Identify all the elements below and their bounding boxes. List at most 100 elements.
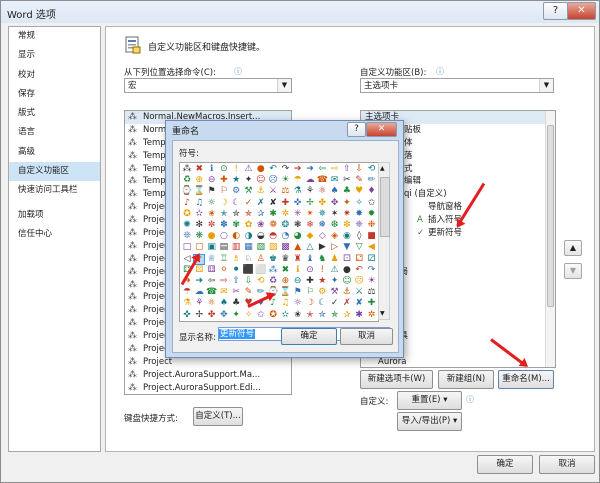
symbol-cell[interactable]: ! (316, 265, 328, 276)
symbol-cell[interactable]: ♖ (218, 254, 230, 265)
symbol-cell[interactable]: ☾ (316, 298, 328, 309)
command-list-item[interactable]: ⁂ Project.AuroraSupport.Edi... (125, 382, 291, 394)
symbol-cell[interactable]: ✸ (353, 209, 365, 220)
symbol-cell[interactable]: ⇩ (353, 164, 365, 175)
command-list-item[interactable]: ⁂ Project.AuroraSupport.Ma... (125, 369, 291, 382)
symbol-cell[interactable]: ✦ (329, 276, 341, 287)
new-group-button[interactable]: 新建组(N) (438, 370, 494, 389)
symbol-cell[interactable]: ⊖ (206, 175, 218, 186)
symbol-cell[interactable]: ✉ (218, 287, 230, 298)
symbol-cell[interactable]: ♠ (329, 186, 341, 197)
symbol-cell[interactable]: ➜ (193, 276, 205, 287)
symbol-cell[interactable]: ◊ (353, 231, 365, 242)
import-export-button[interactable]: 导入/导出(P) ▾ (397, 412, 462, 431)
symbol-cell[interactable]: ⚓ (341, 287, 353, 298)
symbol-cell[interactable]: ⚫ (230, 265, 242, 276)
symbol-cell[interactable]: ✻ (193, 220, 205, 231)
symbol-cell[interactable]: ◐ (230, 231, 242, 242)
symbol-cell[interactable]: ☼ (292, 298, 304, 309)
symbol-cell[interactable]: ☁ (193, 287, 205, 298)
symbol-cell[interactable]: ✾ (230, 220, 242, 231)
symbol-cell[interactable]: ⚒ (243, 186, 255, 197)
symbol-cell[interactable]: ♝ (304, 254, 316, 265)
symbol-cell[interactable]: ☺ (341, 276, 353, 287)
symbol-cell[interactable]: ♕ (206, 254, 218, 265)
symbol-cell[interactable]: ✘ (267, 198, 279, 209)
sidebar-item[interactable]: 自定义功能区 (9, 162, 100, 182)
symbol-cell[interactable]: ⚀ (341, 254, 353, 265)
sidebar-item[interactable]: 快速访问工具栏 (9, 181, 100, 200)
symbol-cell[interactable]: ✭ (304, 310, 316, 321)
symbol-cell[interactable]: ⊙ (304, 265, 316, 276)
symbol-cell[interactable]: ⁂ (181, 164, 193, 175)
symbol-cell[interactable]: ✼ (206, 220, 218, 231)
rename-button[interactable]: 重命名(M)... (498, 370, 554, 389)
symbol-cell[interactable]: ☂ (292, 175, 304, 186)
symbol-cell[interactable]: ⇦ (316, 164, 328, 175)
symbol-cell[interactable]: ♙ (255, 254, 267, 265)
symbol-cell[interactable]: ⚑ (206, 186, 218, 197)
symbol-cell[interactable]: ☁ (304, 175, 316, 186)
help-button[interactable]: ? (543, 2, 568, 20)
sidebar-item[interactable]: 加载项 (9, 206, 100, 225)
symbol-cell[interactable]: ↷ (279, 164, 291, 175)
symbol-cell[interactable]: ◔ (279, 231, 291, 242)
commands-source-combo[interactable]: 宏 ▼ (124, 78, 292, 93)
symbol-cell[interactable]: ⚖ (366, 287, 378, 298)
scroll-thumb[interactable] (547, 125, 554, 307)
symbol-cell[interactable]: ☾ (230, 198, 242, 209)
sidebar-item[interactable]: 显示 (9, 46, 100, 65)
symbol-cell[interactable]: ⚘ (193, 298, 205, 309)
symbol-cell[interactable]: ♛ (279, 254, 291, 265)
symbol-cell[interactable]: □ (181, 242, 193, 253)
symbol-cell[interactable]: ♞ (316, 254, 328, 265)
symbol-cell[interactable]: ● (255, 164, 267, 175)
symbol-cell[interactable]: ❄ (304, 220, 316, 231)
symbol-cell[interactable]: ✵ (316, 209, 328, 220)
symbol-cell[interactable]: ⬛ (243, 265, 255, 276)
symbol-cell[interactable]: ✰ (255, 209, 267, 220)
symbol-cell[interactable]: ◇ (316, 231, 328, 242)
symbol-cell[interactable]: ! (230, 164, 242, 175)
symbol-cell[interactable]: ✽ (218, 220, 230, 231)
sidebar-item[interactable]: 保存 (9, 85, 100, 104)
symbol-cell[interactable]: ▨ (267, 242, 279, 253)
symbol-cell[interactable]: ❃ (292, 220, 304, 231)
symbol-cell[interactable]: ❈ (353, 220, 365, 231)
sidebar-item[interactable]: 信任中心 (9, 225, 100, 244)
symbol-cell[interactable]: ✂ (230, 287, 242, 298)
scroll-thumb[interactable] (380, 177, 390, 237)
symbol-cell[interactable]: ✩ (255, 310, 267, 321)
symbol-cell[interactable]: ▼ (341, 242, 353, 253)
symbol-cell[interactable]: ➔ (292, 164, 304, 175)
symbol-cell[interactable]: ◈ (329, 231, 341, 242)
symbol-cell[interactable]: ✦ (230, 310, 242, 321)
symbol-cell[interactable]: ▦ (243, 242, 255, 253)
symbol-cell[interactable]: ❂ (279, 220, 291, 231)
symbol-cell[interactable]: ♟ (329, 254, 341, 265)
symbol-cell[interactable]: ◑ (243, 231, 255, 242)
symbol-cell[interactable]: ❉ (366, 220, 378, 231)
symbol-cell[interactable]: ♣ (230, 298, 242, 309)
symbol-cell[interactable]: ☽ (304, 298, 316, 309)
symbol-cell[interactable]: ♫ (279, 298, 291, 309)
symbol-cell[interactable]: ▤ (218, 242, 230, 253)
symbol-cell[interactable]: ✧ (353, 198, 365, 209)
symbol-cell[interactable]: ⚒ (329, 287, 341, 298)
symbol-cell[interactable]: ❊ (181, 231, 193, 242)
symbol-cell[interactable]: ⌛ (279, 287, 291, 298)
symbol-cell[interactable]: ■ (366, 231, 378, 242)
symbol-cell[interactable]: ◒ (255, 231, 267, 242)
symbol-cell[interactable]: ★ (230, 175, 242, 186)
symbol-cell[interactable]: ⇨ (329, 164, 341, 175)
symbol-cell[interactable]: ⊕ (279, 276, 291, 287)
symbol-cell[interactable]: ⚙ (230, 186, 242, 197)
symbol-cell[interactable]: ✚ (366, 298, 378, 309)
symbol-cell[interactable]: ⚔ (353, 287, 365, 298)
symbol-cell[interactable]: ✫ (279, 310, 291, 321)
symbol-cell[interactable]: ☎ (316, 175, 328, 186)
symbol-cell[interactable]: ✜ (292, 198, 304, 209)
symbol-cell[interactable]: ⚠ (243, 164, 255, 175)
symbol-cell[interactable]: ▩ (279, 242, 291, 253)
symbol-cell[interactable]: ❇ (341, 220, 353, 231)
